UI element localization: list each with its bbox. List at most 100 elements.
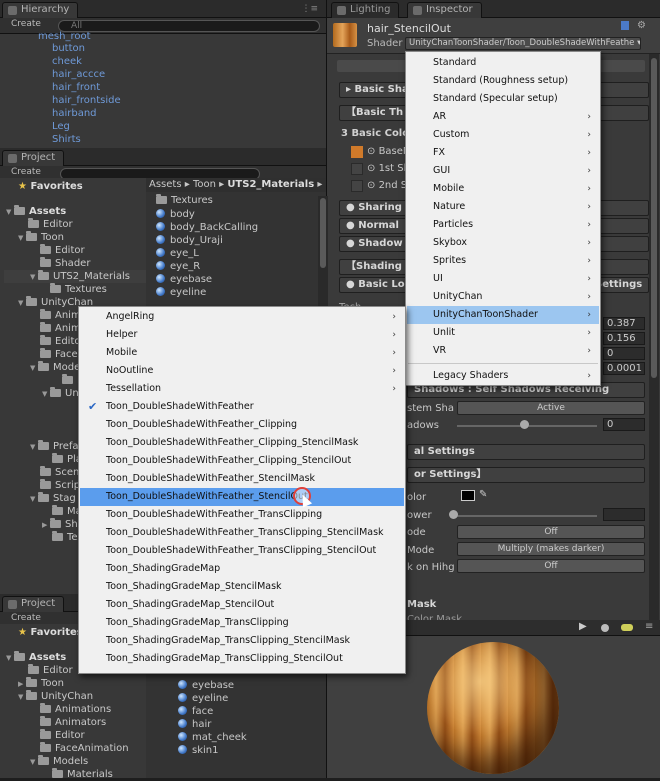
- menu-item-toon-doubleshade[interactable]: ✔ Toon_DoubleShadeWithFeather: [80, 398, 404, 416]
- search-input[interactable]: All: [58, 20, 320, 32]
- tree-item[interactable]: Animations: [40, 703, 111, 716]
- menu-icon[interactable]: ≡: [645, 621, 653, 632]
- expand-arrow-icon[interactable]: ▼: [30, 362, 38, 375]
- tree-item[interactable]: Anim: [40, 322, 81, 335]
- menu-item-toon-doubleshade-stencilout[interactable]: Toon_DoubleShadeWithFeather_StencilOut: [80, 488, 404, 506]
- tree-item[interactable]: ▶ Toon: [18, 677, 64, 690]
- menu-item-toon-doubleshade-clipping-stencilout[interactable]: Toon_DoubleShadeWithFeather_Clipping_Ste…: [80, 452, 404, 470]
- menu-item-ar[interactable]: AR ›: [407, 108, 599, 126]
- inspector-scrollbar[interactable]: [649, 54, 659, 640]
- tree-item[interactable]: Editor: [28, 664, 73, 677]
- tree-item[interactable]: Anim: [40, 309, 81, 322]
- off-button[interactable]: Off: [457, 559, 645, 573]
- list-item[interactable]: mat_cheek: [178, 731, 247, 744]
- value-field[interactable]: [603, 508, 645, 521]
- expand-arrow-icon[interactable]: ▼: [30, 756, 38, 769]
- sphere-preview-icon[interactable]: [601, 624, 609, 632]
- menu-item-unlit[interactable]: Unlit ›: [407, 324, 599, 342]
- list-item[interactable]: eyebase: [178, 679, 234, 692]
- tree-item[interactable]: Scen: [40, 466, 79, 479]
- menu-item-toon-doubleshade-transclipping-stencilmask[interactable]: Toon_DoubleShadeWithFeather_TransClippin…: [80, 524, 404, 542]
- tree-item[interactable]: ▼ Toon: [18, 231, 64, 244]
- menu-item-toon-doubleshade-stencilmask[interactable]: Toon_DoubleShadeWithFeather_StencilMask: [80, 470, 404, 488]
- tree-item[interactable]: ▼ Stag: [30, 492, 76, 505]
- menu-item-toon-shadinggrademap-transclipping-stencilmask[interactable]: Toon_ShadingGradeMap_TransClipping_Stenc…: [80, 632, 404, 650]
- tab-lighting[interactable]: Lighting: [331, 2, 400, 18]
- material-preview-sphere[interactable]: [427, 642, 559, 774]
- value-field[interactable]: 0.156: [603, 332, 645, 345]
- tree-item[interactable]: button: [52, 42, 85, 55]
- breadcrumb-item[interactable]: Toon: [193, 179, 216, 190]
- scroll-thumb[interactable]: [651, 58, 657, 378]
- section-or-settings[interactable]: or Settings】: [407, 467, 645, 483]
- tree-item[interactable]: ▼ Uni: [42, 387, 81, 400]
- value-field[interactable]: 0: [603, 347, 645, 360]
- tree-item[interactable]: Shader: [40, 257, 90, 270]
- list-item[interactable]: body: [156, 208, 195, 221]
- tree-item[interactable]: Face: [40, 348, 78, 361]
- menu-item-legacy-shaders[interactable]: Legacy Shaders ›: [407, 367, 599, 385]
- expand-arrow-icon[interactable]: ▼: [6, 206, 14, 219]
- tab-project[interactable]: Project: [2, 596, 65, 612]
- menu-item-unitychantoonshader[interactable]: UnityChanToonShader ›: [407, 306, 599, 324]
- breadcrumb-item[interactable]: UTS2_Materials: [227, 179, 314, 190]
- list-item[interactable]: eye_R: [156, 260, 200, 273]
- list-item[interactable]: eyeline: [178, 692, 228, 705]
- tree-item[interactable]: ▼ Assets: [6, 205, 66, 218]
- menu-item-toon-shadinggrademap-stencilout[interactable]: Toon_ShadingGradeMap_StencilOut: [80, 596, 404, 614]
- menu-item-vr[interactable]: VR ›: [407, 342, 599, 360]
- project-scrollbar[interactable]: [318, 196, 328, 316]
- menu-item-toon-shadinggrademap[interactable]: Toon_ShadingGradeMap: [80, 560, 404, 578]
- menu-item-nature[interactable]: Nature ›: [407, 198, 599, 216]
- menu-item-sprites[interactable]: Sprites ›: [407, 252, 599, 270]
- tree-item[interactable]: hair_front: [52, 81, 100, 94]
- expand-arrow-icon[interactable]: ▼: [30, 441, 38, 454]
- tree-item[interactable]: Leg: [52, 120, 70, 133]
- menu-item-mobile[interactable]: Mobile ›: [407, 180, 599, 198]
- texture-thumb[interactable]: [351, 180, 363, 192]
- section-al-settings[interactable]: al Settings: [407, 444, 645, 460]
- list-item[interactable]: eye_L: [156, 247, 199, 260]
- menu-item-toon-shadinggrademap-transclipping[interactable]: Toon_ShadingGradeMap_TransClipping: [80, 614, 404, 632]
- menu-item-toon-doubleshade-clipping[interactable]: Toon_DoubleShadeWithFeather_Clipping: [80, 416, 404, 434]
- menu-item-toon-shadinggrademap-stencilmask[interactable]: Toon_ShadingGradeMap_StencilMask: [80, 578, 404, 596]
- off-button[interactable]: Off: [457, 525, 645, 539]
- list-item[interactable]: body_Uraji: [156, 234, 223, 247]
- slider-handle[interactable]: [449, 510, 458, 519]
- texture-thumb[interactable]: [351, 163, 363, 175]
- tree-item[interactable]: ▼ Mode: [30, 361, 80, 374]
- blend-mode-button[interactable]: Multiply (makes darker): [457, 542, 645, 556]
- play-icon[interactable]: ▶: [579, 621, 587, 632]
- tree-item[interactable]: Edito: [40, 335, 80, 348]
- expand-arrow-icon[interactable]: ▼: [18, 691, 26, 704]
- menu-item-standard[interactable]: Standard: [407, 54, 599, 72]
- tree-item[interactable]: ▶ Sh: [42, 518, 78, 531]
- menu-item-nooutline[interactable]: NoOutline ›: [80, 362, 404, 380]
- tab-project[interactable]: Project: [2, 150, 65, 166]
- texture-thumb[interactable]: [351, 146, 363, 158]
- tree-item[interactable]: Materials: [52, 768, 113, 781]
- tree-item[interactable]: hair_frontside: [52, 94, 121, 107]
- tree-item[interactable]: ▼ UnityChan: [18, 690, 93, 703]
- tree-item[interactable]: hair_accce: [52, 68, 105, 81]
- value-field[interactable]: 0.387: [603, 317, 645, 330]
- value-field[interactable]: 0: [603, 418, 645, 431]
- breadcrumb-item[interactable]: Assets: [149, 179, 182, 190]
- menu-item-tessellation[interactable]: Tessellation ›: [80, 380, 404, 398]
- expand-arrow-icon[interactable]: ▼: [30, 493, 38, 506]
- menu-item-ui[interactable]: UI ›: [407, 270, 599, 288]
- tree-item[interactable]: ▼ Models: [30, 755, 88, 768]
- tree-item[interactable]: cheek: [52, 55, 82, 68]
- expand-arrow-icon[interactable]: ▼: [18, 297, 26, 310]
- tree-item[interactable]: Editor: [40, 729, 85, 742]
- slider-track[interactable]: [453, 515, 597, 517]
- tree-item-selected[interactable]: ▼ UTS2_Materials: [4, 270, 146, 283]
- tree-item[interactable]: Animators: [40, 716, 106, 729]
- menu-item-fx[interactable]: FX ›: [407, 144, 599, 162]
- menu-item-unitychan[interactable]: UnityChan ›: [407, 288, 599, 306]
- menu-item-angelring[interactable]: AngelRing ›: [80, 308, 404, 326]
- menu-item-standard-specular[interactable]: Standard (Specular setup): [407, 90, 599, 108]
- menu-item-toon-shadinggrademap-transclipping-stencilout[interactable]: Toon_ShadingGradeMap_TransClipping_Stenc…: [80, 650, 404, 668]
- list-item[interactable]: eyebase: [156, 273, 212, 286]
- list-item[interactable]: body_BackCalling: [156, 221, 258, 234]
